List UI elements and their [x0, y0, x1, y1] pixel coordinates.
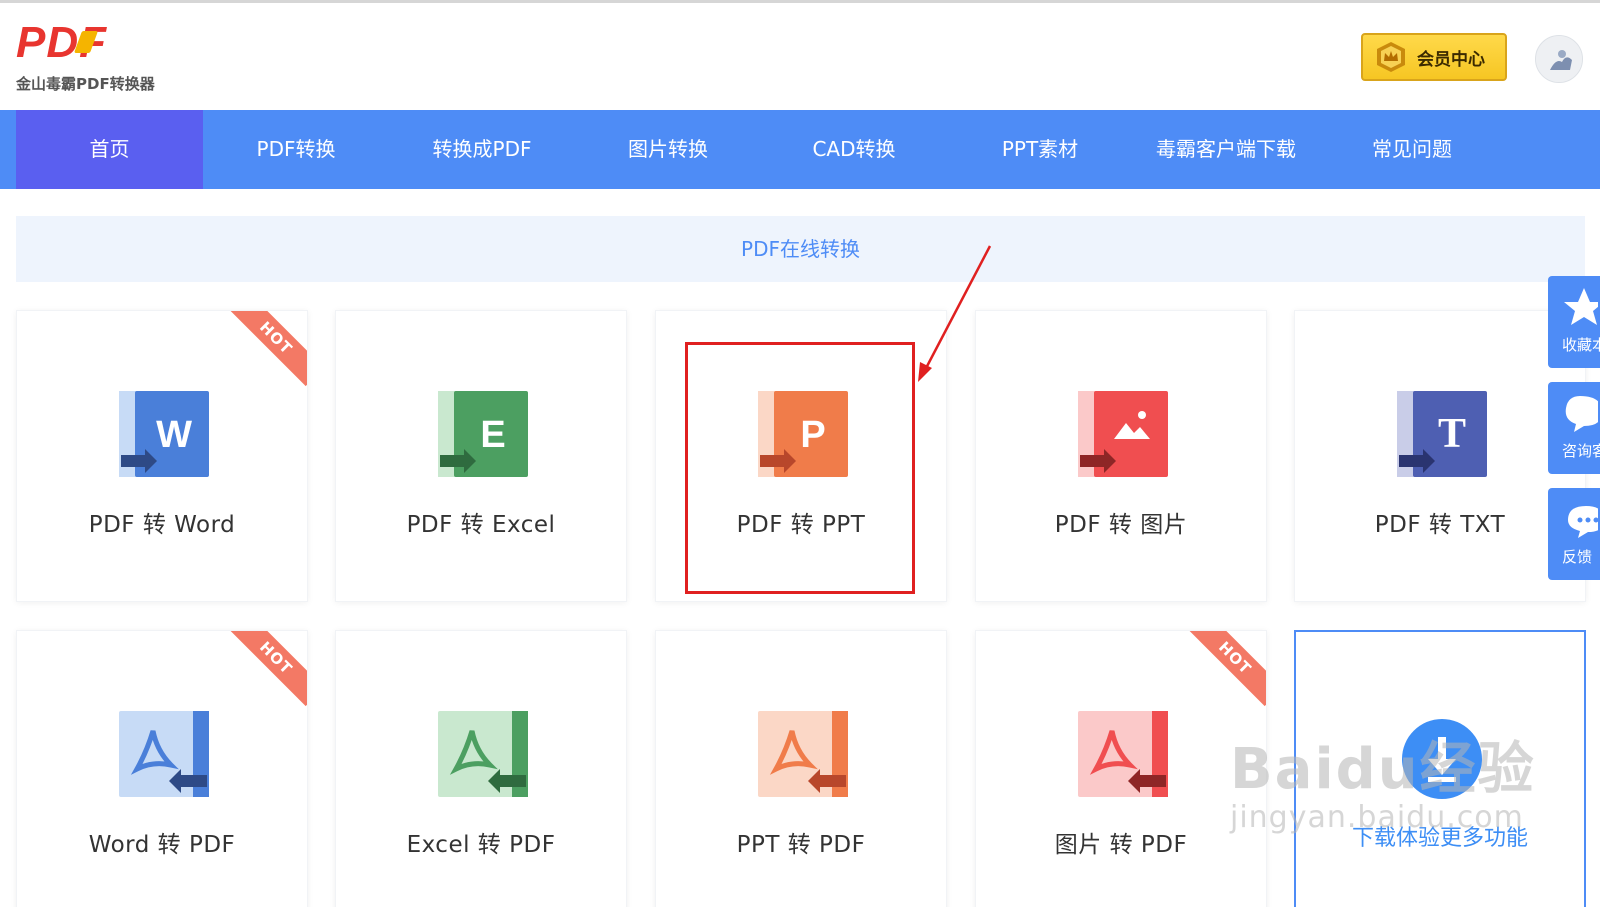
card-word-to-pdf[interactable]: HOT Word 转 PDF [16, 630, 308, 907]
nav-item-cad-convert[interactable]: CAD转换 [761, 110, 947, 189]
card-pdf-to-ppt[interactable]: P PDF 转 PPT [655, 310, 947, 602]
main-nav: 首页 PDF转换 转换成PDF 图片转换 CAD转换 PPT素材 毒霸客户端下载… [0, 110, 1600, 189]
hot-badge: HOT [1186, 631, 1266, 707]
card-label: Excel 转 PDF [406, 832, 556, 858]
card-label: PDF 转 TXT [1374, 512, 1506, 538]
nav-item-convert-to-pdf[interactable]: 转换成PDF [389, 110, 575, 189]
hot-badge: HOT [227, 631, 307, 707]
card-label: PDF 转 PPT [736, 512, 866, 538]
excel-icon: E [438, 391, 528, 477]
card-pdf-to-excel[interactable]: E PDF 转 Excel [335, 310, 627, 602]
logo-subtitle: 金山毒霸PDF转换器 [16, 75, 155, 93]
side-tab-consult[interactable]: 咨询客 [1548, 382, 1600, 474]
svg-text:W: W [156, 414, 192, 456]
svg-text:P: P [800, 414, 825, 456]
side-tab-bookmark[interactable]: 收藏本 [1548, 276, 1600, 368]
pdf-orange-icon [758, 711, 848, 797]
side-tab-label: 收藏本 [1562, 336, 1600, 354]
star-icon [1564, 288, 1598, 325]
crown-badge-icon [1377, 42, 1405, 72]
logo-mark: PDF [16, 18, 107, 67]
nav-item-ppt-assets[interactable]: PPT素材 [947, 110, 1133, 189]
download-icon [1402, 719, 1482, 799]
download-more-label: 下载体验更多功能 [1351, 826, 1528, 851]
word-icon: W [119, 391, 209, 477]
card-excel-to-pdf[interactable]: Excel 转 PDF [335, 630, 627, 907]
card-label: PDF 转 Word [88, 512, 236, 538]
nav-item-home[interactable]: 首页 [16, 110, 203, 189]
card-image-to-pdf[interactable]: HOT 图片 转 PDF [975, 630, 1267, 907]
side-tab-label: 咨询客 [1562, 442, 1600, 460]
card-label: PPT 转 PDF [736, 832, 866, 858]
card-ppt-to-pdf[interactable]: PPT 转 PDF [655, 630, 947, 907]
chat-bubble-icon [1565, 396, 1598, 432]
txt-icon: T [1397, 391, 1487, 477]
svg-text:E: E [480, 414, 505, 456]
vip-center-label: 会员中心 [1417, 49, 1485, 70]
section-title: PDF在线转换 [16, 216, 1585, 282]
nav-item-image-convert[interactable]: 图片转换 [575, 110, 761, 189]
pdf-green-icon [438, 711, 528, 797]
logo[interactable]: PDF 金山毒霸PDF转换器 [16, 21, 176, 101]
header: PDF 金山毒霸PDF转换器 会员中心 [0, 3, 1600, 110]
pdf-red-icon [1078, 711, 1168, 797]
card-label: PDF 转 Excel [406, 512, 556, 538]
hot-badge: HOT [227, 311, 307, 387]
svg-text:T: T [1438, 411, 1466, 457]
card-pdf-to-word[interactable]: HOT W PDF 转 Word [16, 310, 308, 602]
user-avatar-icon [1536, 36, 1582, 82]
image-icon [1078, 391, 1168, 477]
nav-item-faq[interactable]: 常见问题 [1319, 110, 1505, 189]
card-label: 图片 转 PDF [1054, 832, 1188, 858]
pdf-blue-icon [119, 711, 209, 797]
download-more-card[interactable]: 下载体验更多功能 [1294, 630, 1586, 907]
card-label: Word 转 PDF [88, 832, 236, 858]
side-tab-label: 反馈 [1562, 548, 1593, 566]
card-label: PDF 转 图片 [1054, 512, 1188, 538]
card-pdf-to-txt[interactable]: T PDF 转 TXT [1294, 310, 1586, 602]
vip-center-button[interactable]: 会员中心 [1361, 33, 1507, 81]
card-pdf-to-image[interactable]: PDF 转 图片 [975, 310, 1267, 602]
feedback-icon [1568, 506, 1598, 538]
ppt-icon: P [758, 391, 848, 477]
side-tab-feedback[interactable]: 反馈 [1548, 488, 1600, 580]
avatar[interactable] [1535, 35, 1583, 83]
nav-item-pdf-convert[interactable]: PDF转换 [203, 110, 389, 189]
nav-item-client-download[interactable]: 毒霸客户端下载 [1133, 110, 1319, 189]
